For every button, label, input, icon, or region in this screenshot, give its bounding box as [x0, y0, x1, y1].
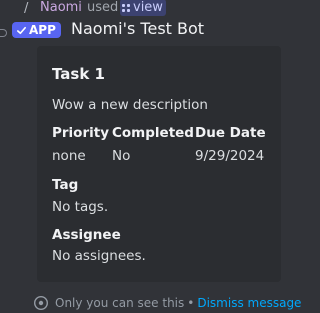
- bot-name[interactable]: Naomi's Test Bot: [71, 19, 204, 38]
- field-name-completed: Completed: [112, 125, 194, 141]
- slash-command-mention[interactable]: view: [120, 0, 166, 16]
- field-value-priority: none: [52, 148, 86, 164]
- app-command-icon: [122, 3, 130, 12]
- app-badge: APP: [12, 22, 61, 38]
- field-value-completed: No: [112, 148, 131, 164]
- ephemeral-notice-text: Only you can see this: [55, 296, 185, 310]
- reply-username[interactable]: Naomi: [40, 0, 82, 15]
- eye-icon: [33, 295, 49, 311]
- verified-check-icon: [17, 26, 26, 34]
- command-name: view: [133, 0, 163, 15]
- field-value-due-date: 9/29/2024: [195, 148, 265, 164]
- embed-description: Wow a new description: [52, 97, 208, 113]
- ephemeral-notice: Only you can see this • Dismiss message: [33, 294, 301, 312]
- reply-used-text: used: [87, 0, 119, 15]
- field-value-tag: No tags.: [52, 199, 109, 215]
- reply-spine-icon: [0, 29, 7, 37]
- task-embed: Task 1 Wow a new description Priority no…: [37, 46, 281, 282]
- reply-context: / Naomi used view: [0, 0, 303, 18]
- field-name-assignee: Assignee: [52, 227, 121, 243]
- app-badge-label: APP: [29, 23, 56, 37]
- footer-separator: •: [187, 296, 195, 310]
- embed-title: Task 1: [52, 65, 105, 83]
- field-name-priority: Priority: [52, 125, 109, 141]
- field-value-assignee: No assignees.: [52, 248, 146, 264]
- slash-command-indicator: /: [24, 1, 29, 16]
- dismiss-message-link[interactable]: Dismiss message: [197, 296, 301, 310]
- field-name-due-date: Due Date: [195, 125, 266, 141]
- message-header: APP Naomi's Test Bot: [0, 19, 303, 41]
- field-name-tag: Tag: [52, 177, 79, 193]
